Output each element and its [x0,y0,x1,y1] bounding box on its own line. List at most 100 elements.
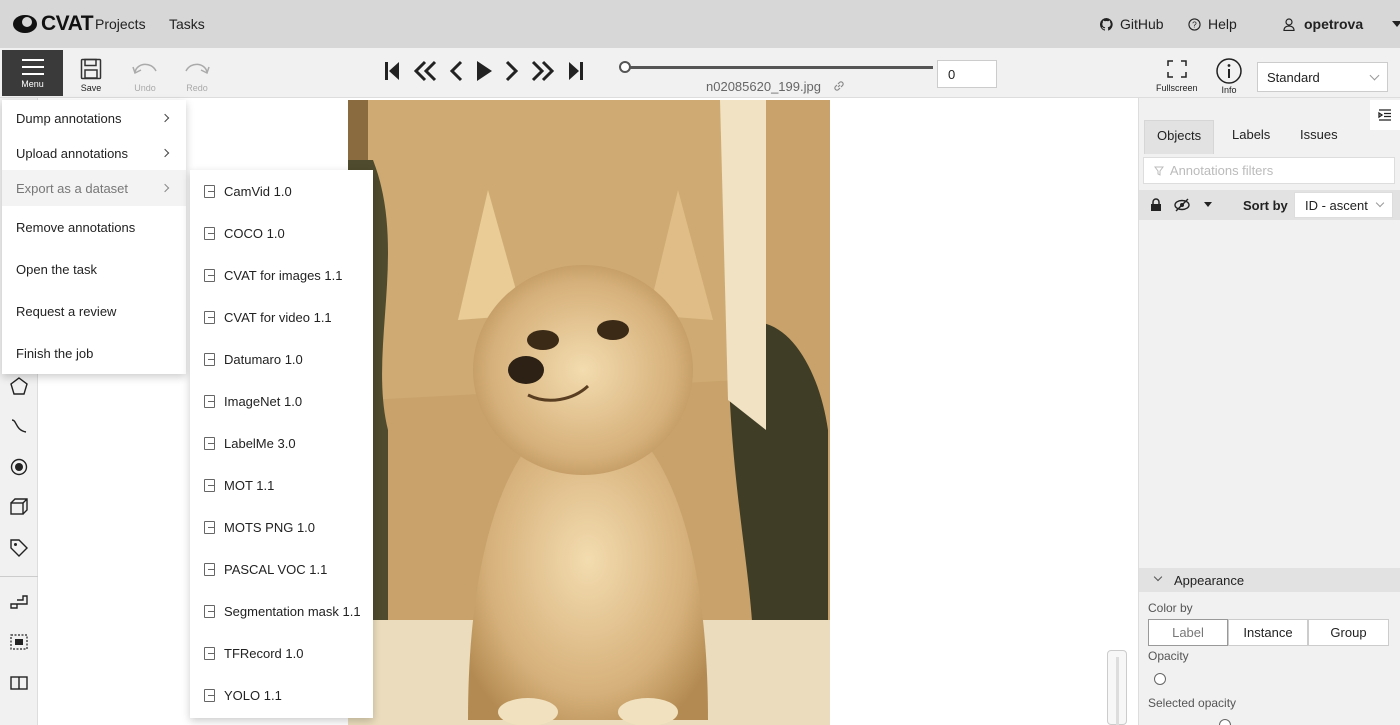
annotations-filter-input[interactable]: Annotations filters [1143,157,1395,184]
zoom-vertical-slider[interactable] [1107,650,1127,725]
opacity-slider-handle[interactable] [1154,673,1166,685]
export-format-item[interactable]: CamVid 1.0 [204,184,292,199]
play-icon[interactable] [475,60,493,82]
tab-issues[interactable]: Issues [1288,128,1350,152]
chevron-right-icon [160,113,170,123]
frame-number-input[interactable]: 0 [937,60,997,88]
frame-slider-track[interactable] [625,66,933,69]
save-button[interactable]: Save [80,58,102,93]
menu-item-dump-annotations[interactable]: Dump annotations [2,111,186,131]
dog-photo-illustration [348,100,830,725]
frame-filename: n02085620_199.jpg [706,79,845,94]
job-menu: Dump annotations Upload annotations Expo… [2,100,186,374]
previous-frame-icon[interactable] [449,60,463,82]
format-label: COCO 1.0 [224,226,285,241]
last-frame-icon[interactable] [567,60,585,82]
info-button[interactable]: Info [1216,58,1242,95]
export-format-item[interactable]: COCO 1.0 [204,226,285,241]
link-icon[interactable] [833,80,845,92]
github-link[interactable]: GitHub [1100,16,1164,32]
menu-item-remove-annotations[interactable]: Remove annotations [2,220,186,240]
menu-item-request-review[interactable]: Request a review [2,304,186,324]
menu-button[interactable]: Menu [2,50,63,96]
nav-projects[interactable]: Projects [95,16,146,32]
user-menu[interactable]: opetrova [1283,16,1400,32]
setup-tag-icon[interactable] [9,538,29,558]
draw-points-icon[interactable] [9,457,29,477]
export-format-item[interactable]: CVAT for images 1.1 [204,268,343,283]
export-format-item[interactable]: CVAT for video 1.1 [204,310,332,325]
appearance-panel-header[interactable]: Appearance [1139,568,1400,592]
format-label: ImageNet 1.0 [224,394,303,409]
github-icon [1100,17,1113,31]
fullscreen-icon [1167,60,1187,78]
draw-cuboid-icon[interactable] [9,497,29,517]
workspace-value: Standard [1267,70,1320,85]
export-format-item[interactable]: Segmentation mask 1.1 [204,604,361,619]
undo-icon [132,63,157,75]
merge-shapes-icon[interactable] [9,592,29,612]
redo-button[interactable]: Redo [183,58,211,93]
sort-value: ID - ascent [1305,198,1368,213]
top-navbar: CVAT Projects Tasks GitHub ? Help opetro… [0,0,1400,48]
format-label: YOLO 1.1 [224,688,282,703]
fast-backward-icon[interactable] [413,60,437,82]
cvat-eye-icon [13,15,37,33]
export-format-item[interactable]: YOLO 1.1 [204,688,282,703]
export-format-item[interactable]: PASCAL VOC 1.1 [204,562,327,577]
fullscreen-button[interactable]: Fullscreen [1156,58,1198,93]
undo-button[interactable]: Undo [131,58,159,93]
export-icon [204,479,215,492]
export-format-item[interactable]: TFRecord 1.0 [204,646,303,661]
filename-text: n02085620_199.jpg [706,79,821,94]
menu-item-export-dataset[interactable]: Export as a dataset [2,170,186,206]
export-format-item[interactable]: ImageNet 1.0 [204,394,302,409]
color-by-group-option[interactable]: Group [1308,619,1389,646]
format-label: CVAT for video 1.1 [224,310,332,325]
draw-polyline-icon[interactable] [9,416,29,436]
export-format-item[interactable]: LabelMe 3.0 [204,436,296,451]
export-format-item[interactable]: MOTS PNG 1.0 [204,520,315,535]
color-by-label: Color by [1148,601,1193,615]
appearance-title: Appearance [1174,573,1245,588]
fast-forward-icon[interactable] [531,60,555,82]
cvat-logo[interactable]: CVAT [12,11,94,37]
menu-item-finish-job[interactable]: Finish the job [2,346,186,366]
menu-item-open-task[interactable]: Open the task [2,262,186,282]
frame-image[interactable] [348,100,830,725]
menu-item-label: Export as a dataset [16,181,129,196]
tab-labels[interactable]: Labels [1220,128,1282,152]
format-label: PASCAL VOC 1.1 [224,562,328,577]
chevron-down-icon [1153,572,1163,582]
color-by-instance-option[interactable]: Instance [1228,619,1308,646]
format-label: CamVid 1.0 [224,184,292,199]
color-by-label-option[interactable]: Label [1148,619,1228,646]
eye-invisible-icon[interactable] [1174,198,1190,212]
group-shapes-icon[interactable] [9,632,29,652]
hamburger-icon [21,59,44,75]
save-label: Save [80,83,102,93]
draw-polygon-icon[interactable] [9,376,29,396]
format-label: TFRecord 1.0 [224,646,304,661]
first-frame-icon[interactable] [383,60,401,82]
caret-down-icon[interactable] [1204,202,1212,207]
export-format-item[interactable]: MOT 1.1 [204,478,274,493]
collapse-sidebar-button[interactable] [1370,100,1400,130]
menu-unfold-icon [1378,109,1391,121]
menu-item-upload-annotations[interactable]: Upload annotations [2,146,186,166]
export-format-item[interactable]: Datumaro 1.0 [204,352,303,367]
export-icon [204,311,215,324]
next-frame-icon[interactable] [505,60,519,82]
selected-opacity-slider-handle[interactable] [1219,719,1231,725]
nav-tasks[interactable]: Tasks [169,16,205,32]
workspace-select[interactable]: Standard [1257,62,1388,92]
sort-select[interactable]: ID - ascent [1294,192,1393,218]
export-icon [204,563,215,576]
help-link[interactable]: ? Help [1188,16,1237,32]
frame-slider-handle[interactable] [619,61,631,73]
selected-opacity-label: Selected opacity [1148,696,1237,710]
split-track-icon[interactable] [9,673,29,693]
save-icon [80,58,102,80]
lock-icon[interactable] [1150,198,1162,212]
tab-objects[interactable]: Objects [1144,120,1215,154]
